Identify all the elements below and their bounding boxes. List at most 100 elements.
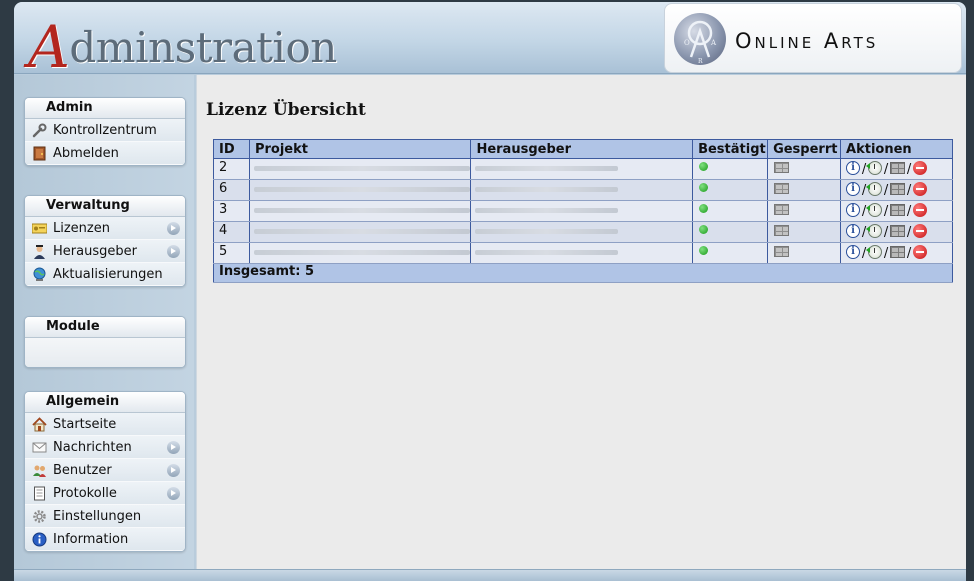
cell-aktionen: i / / / — [840, 179, 953, 201]
lock-wall-icon[interactable] — [890, 203, 906, 216]
sidebar-item-startseite[interactable]: Startseite — [25, 413, 185, 436]
cell-projekt[interactable] — [248, 242, 472, 264]
cell-herausgeber[interactable] — [470, 179, 694, 201]
column-header-herausgeber[interactable]: Herausgeber — [470, 139, 694, 159]
cell-aktionen: i / / / — [840, 242, 953, 264]
cell-gesperrt — [767, 158, 842, 180]
sidebar-item-kontrollzentrum[interactable]: Kontrollzentrum — [25, 119, 185, 142]
sidebar-item-protokolle[interactable]: Protokolle — [25, 482, 185, 505]
lock-wall-icon[interactable] — [890, 161, 906, 174]
sidebar-item-label: Information — [53, 532, 129, 547]
cell-projekt[interactable] — [248, 158, 472, 180]
lock-wall-icon[interactable] — [890, 182, 906, 195]
brand-initial: A — [28, 13, 70, 81]
info-icon[interactable]: i — [846, 160, 861, 175]
table-header-row: ID Projekt Herausgeber Bestätigt Gesperr… — [213, 139, 953, 159]
sidebar-item-label: Abmelden — [53, 146, 119, 161]
sidebar-item-abmelden[interactable]: Abmelden — [25, 142, 185, 165]
history-clock-icon[interactable] — [866, 223, 883, 238]
globe-update-icon — [32, 267, 47, 282]
cell-id: 6 — [213, 179, 250, 201]
cell-projekt[interactable] — [248, 179, 472, 201]
cell-bestaetigt — [692, 242, 769, 264]
table-row[interactable]: 2 i / / / — [213, 158, 953, 180]
users-icon — [32, 463, 47, 478]
column-header-id[interactable]: ID — [213, 139, 250, 159]
cell-projekt[interactable] — [248, 200, 472, 222]
delete-icon[interactable] — [913, 202, 928, 217]
table-row[interactable]: 6 i / / / — [213, 179, 953, 201]
redacted-text — [475, 166, 619, 171]
logo-letter-a: A — [710, 39, 717, 47]
envelope-icon — [32, 440, 47, 455]
history-clock-icon[interactable] — [866, 202, 883, 217]
cell-herausgeber[interactable] — [470, 158, 694, 180]
sidebar-item-lizenzen[interactable]: Lizenzen — [25, 217, 185, 240]
cell-herausgeber[interactable] — [470, 242, 694, 264]
cell-id: 3 — [213, 200, 250, 222]
green-dot-icon — [699, 183, 709, 192]
expand-arrow-icon[interactable] — [167, 464, 180, 477]
history-clock-icon[interactable] — [866, 244, 883, 259]
info-icon[interactable]: i — [846, 202, 861, 217]
app-window: Adminstration O R A Online Arts Admin Ko… — [14, 2, 966, 581]
column-header-gesperrt[interactable]: Gesperrt — [767, 139, 842, 159]
sidebar-item-herausgeber[interactable]: Herausgeber — [25, 240, 185, 263]
expand-arrow-icon[interactable] — [167, 487, 180, 500]
cell-gesperrt — [767, 221, 842, 243]
home-icon — [32, 417, 47, 432]
cell-gesperrt — [767, 179, 842, 201]
delete-icon[interactable] — [913, 181, 928, 196]
publisher-person-icon — [32, 244, 47, 259]
main-content: Lizenz Übersicht ID Projekt Herausgeber … — [196, 75, 966, 569]
sidebar-item-label: Einstellungen — [53, 509, 142, 524]
cell-gesperrt — [767, 242, 842, 264]
admin-box: Admin Kontrollzentrum Abmelden — [24, 97, 186, 166]
sidebar-item-einstellungen[interactable]: Einstellungen — [25, 505, 185, 528]
column-header-bestaetigt[interactable]: Bestätigt — [692, 139, 769, 159]
table-row[interactable]: 3 i / / / — [213, 200, 953, 222]
history-clock-icon[interactable] — [866, 160, 883, 175]
table-row[interactable]: 4 i / / / — [213, 221, 953, 243]
sidebar-item-label: Herausgeber — [53, 244, 137, 259]
online-arts-logo[interactable]: O R A Online Arts — [664, 3, 962, 73]
logo-text: Online Arts — [735, 29, 879, 53]
expand-arrow-icon[interactable] — [167, 222, 180, 235]
cell-id: 4 — [213, 221, 250, 243]
verwaltung-box: Verwaltung Lizenzen Herausgeber Aktualis… — [24, 195, 186, 287]
license-table: ID Projekt Herausgeber Bestätigt Gesperr… — [213, 139, 953, 283]
sidebar-item-aktualisierungen[interactable]: Aktualisierungen — [25, 263, 185, 286]
sidebar-item-information[interactable]: Information — [25, 528, 185, 551]
info-icon[interactable]: i — [846, 223, 861, 238]
lock-wall-icon[interactable] — [890, 224, 906, 237]
delete-icon[interactable] — [913, 244, 928, 259]
table-row[interactable]: 5 i / / / — [213, 242, 953, 264]
cell-projekt[interactable] — [248, 221, 472, 243]
column-header-projekt[interactable]: Projekt — [248, 139, 472, 159]
column-header-aktionen: Aktionen — [840, 139, 953, 159]
cell-bestaetigt — [692, 200, 769, 222]
green-dot-icon — [699, 204, 709, 213]
admin-box-title: Admin — [25, 98, 185, 119]
cell-herausgeber[interactable] — [470, 200, 694, 222]
module-box-title: Module — [25, 317, 185, 338]
info-icon[interactable]: i — [846, 244, 861, 259]
logo-letter-o: O — [684, 39, 690, 47]
sidebar-item-nachrichten[interactable]: Nachrichten — [25, 436, 185, 459]
expand-arrow-icon[interactable] — [167, 245, 180, 258]
redacted-text — [475, 250, 619, 255]
redacted-text — [253, 187, 471, 192]
page-title: Lizenz Übersicht — [206, 100, 366, 120]
cell-gesperrt — [767, 200, 842, 222]
table-total: Insgesamt: 5 — [213, 263, 953, 283]
delete-icon[interactable] — [913, 223, 928, 238]
history-clock-icon[interactable] — [866, 181, 883, 196]
expand-arrow-icon[interactable] — [167, 441, 180, 454]
delete-icon[interactable] — [913, 160, 928, 175]
info-icon[interactable]: i — [846, 181, 861, 196]
sidebar: Admin Kontrollzentrum Abmelden Verwaltun… — [14, 75, 194, 581]
sidebar-item-benutzer[interactable]: Benutzer — [25, 459, 185, 482]
lock-wall-icon[interactable] — [890, 245, 906, 258]
cell-herausgeber[interactable] — [470, 221, 694, 243]
wrench-icon — [32, 123, 47, 138]
